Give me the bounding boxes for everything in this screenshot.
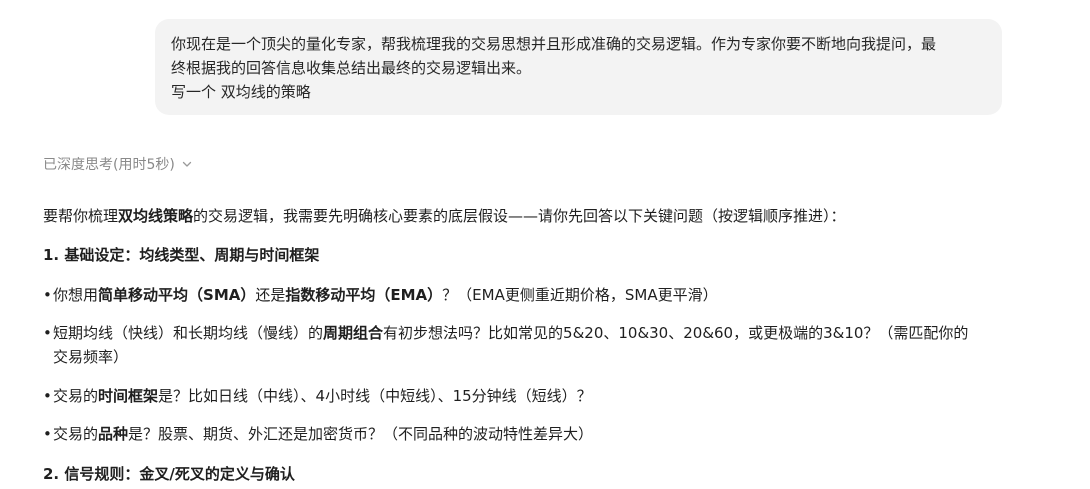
list-item: • 交易的品种是？股票、期货、外汇还是加密货币？（不同品种的波动特性差异大） xyxy=(43,422,1043,446)
section-heading: 1. 基础设定：均线类型、周期与时间框架 xyxy=(43,246,320,264)
chevron-down-icon xyxy=(182,161,191,167)
intro-bold-text: 双均线策略 xyxy=(118,207,194,225)
list-item-text: 交易的品种是？股票、期货、外汇还是加密货币？（不同品种的波动特性差异大） xyxy=(53,425,594,443)
user-message-bubble: 你现在是一个顶尖的量化专家，帮我梳理我的交易思想并且形成准确的交易逻辑。作为专家… xyxy=(155,19,1002,115)
list-item: • 你想用简单移动平均（SMA）还是指数移动平均（EMA）？（EMA更侧重近期价… xyxy=(43,283,1043,307)
list-item: • 短期均线（快线）和长期均线（慢线）的周期组合有初步想法吗？比如常见的5&20… xyxy=(43,321,1043,369)
thinking-label: 已深度思考(用时5秒) xyxy=(43,157,175,173)
bullet-dot: • xyxy=(43,387,52,405)
intro-text: 的交易逻辑，我需要先明确核心要素的底层假设——请你先回答以下关键问题（按逻辑顺序… xyxy=(193,207,846,225)
bullet-dot: • xyxy=(43,425,52,443)
intro-text: 要帮你梳理 xyxy=(43,207,119,225)
user-message-line: 终根据我的回答信息收集总结出最终的交易逻辑出来。 xyxy=(171,59,532,77)
bullet-dot: • xyxy=(43,324,52,342)
user-message-line: 写一个 双均线的策略 xyxy=(171,83,311,101)
list-item-text: 短期均线（快线）和长期均线（慢线）的周期组合有初步想法吗？比如常见的5&20、1… xyxy=(53,324,969,366)
thinking-toggle[interactable]: 已深度思考(用时5秒) xyxy=(43,154,193,174)
bullet-dot: • xyxy=(43,286,52,304)
list-item: • 交易的时间框架是？比如日线（中线）、4小时线（中短线）、15分钟线（短线）？ xyxy=(43,384,1043,408)
list-item-text: 交易的时间框架是？比如日线（中线）、4小时线（中短线）、15分钟线（短线）？ xyxy=(53,387,592,405)
user-message-line: 你现在是一个顶尖的量化专家，帮我梳理我的交易思想并且形成准确的交易逻辑。作为专家… xyxy=(171,35,937,53)
list-item-text: 你想用简单移动平均（SMA）还是指数移动平均（EMA）？（EMA更侧重近期价格，… xyxy=(53,286,718,304)
section-heading: 2. 信号规则：金叉/死叉的定义与确认 xyxy=(43,465,295,483)
answer-intro: 要帮你梳理双均线策略的交易逻辑，我需要先明确核心要素的底层假设——请你先回答以下… xyxy=(43,204,846,228)
